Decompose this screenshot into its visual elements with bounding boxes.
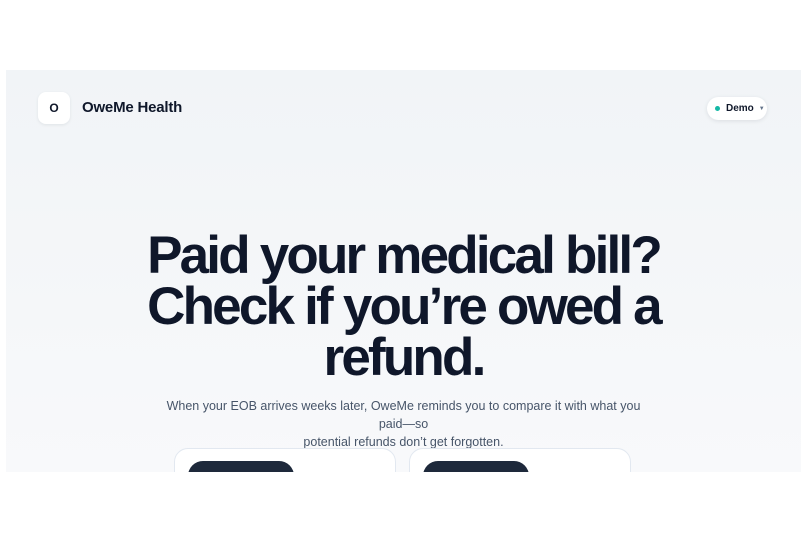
status-dot-icon — [715, 106, 720, 111]
subtext-line-2: potential refunds don’t get forgotten. — [303, 435, 504, 449]
logo-letter: O — [49, 101, 59, 115]
hero-headline: Paid your medical bill? Check if you’re … — [6, 229, 801, 384]
card-right-button[interactable] — [423, 461, 529, 472]
brand-name[interactable]: OweMe Health — [82, 99, 182, 116]
hero-subtext: When your EOB arrives weeks later, OweMe… — [156, 397, 651, 451]
subtext-line-1: When your EOB arrives weeks later, OweMe… — [166, 399, 641, 431]
demo-mode-dropdown[interactable]: Demo ▼ — [707, 97, 767, 120]
card-left-button[interactable] — [188, 461, 294, 472]
demo-mode-label: Demo — [726, 103, 754, 114]
logo-icon[interactable]: O — [38, 92, 70, 124]
action-card-right[interactable] — [409, 448, 631, 472]
action-card-left[interactable] — [174, 448, 396, 472]
app-frame: O OweMe Health Demo ▼ Paid your medical … — [6, 70, 801, 472]
headline-line-3: refund. — [323, 328, 487, 387]
chevron-down-icon: ▼ — [758, 105, 765, 112]
